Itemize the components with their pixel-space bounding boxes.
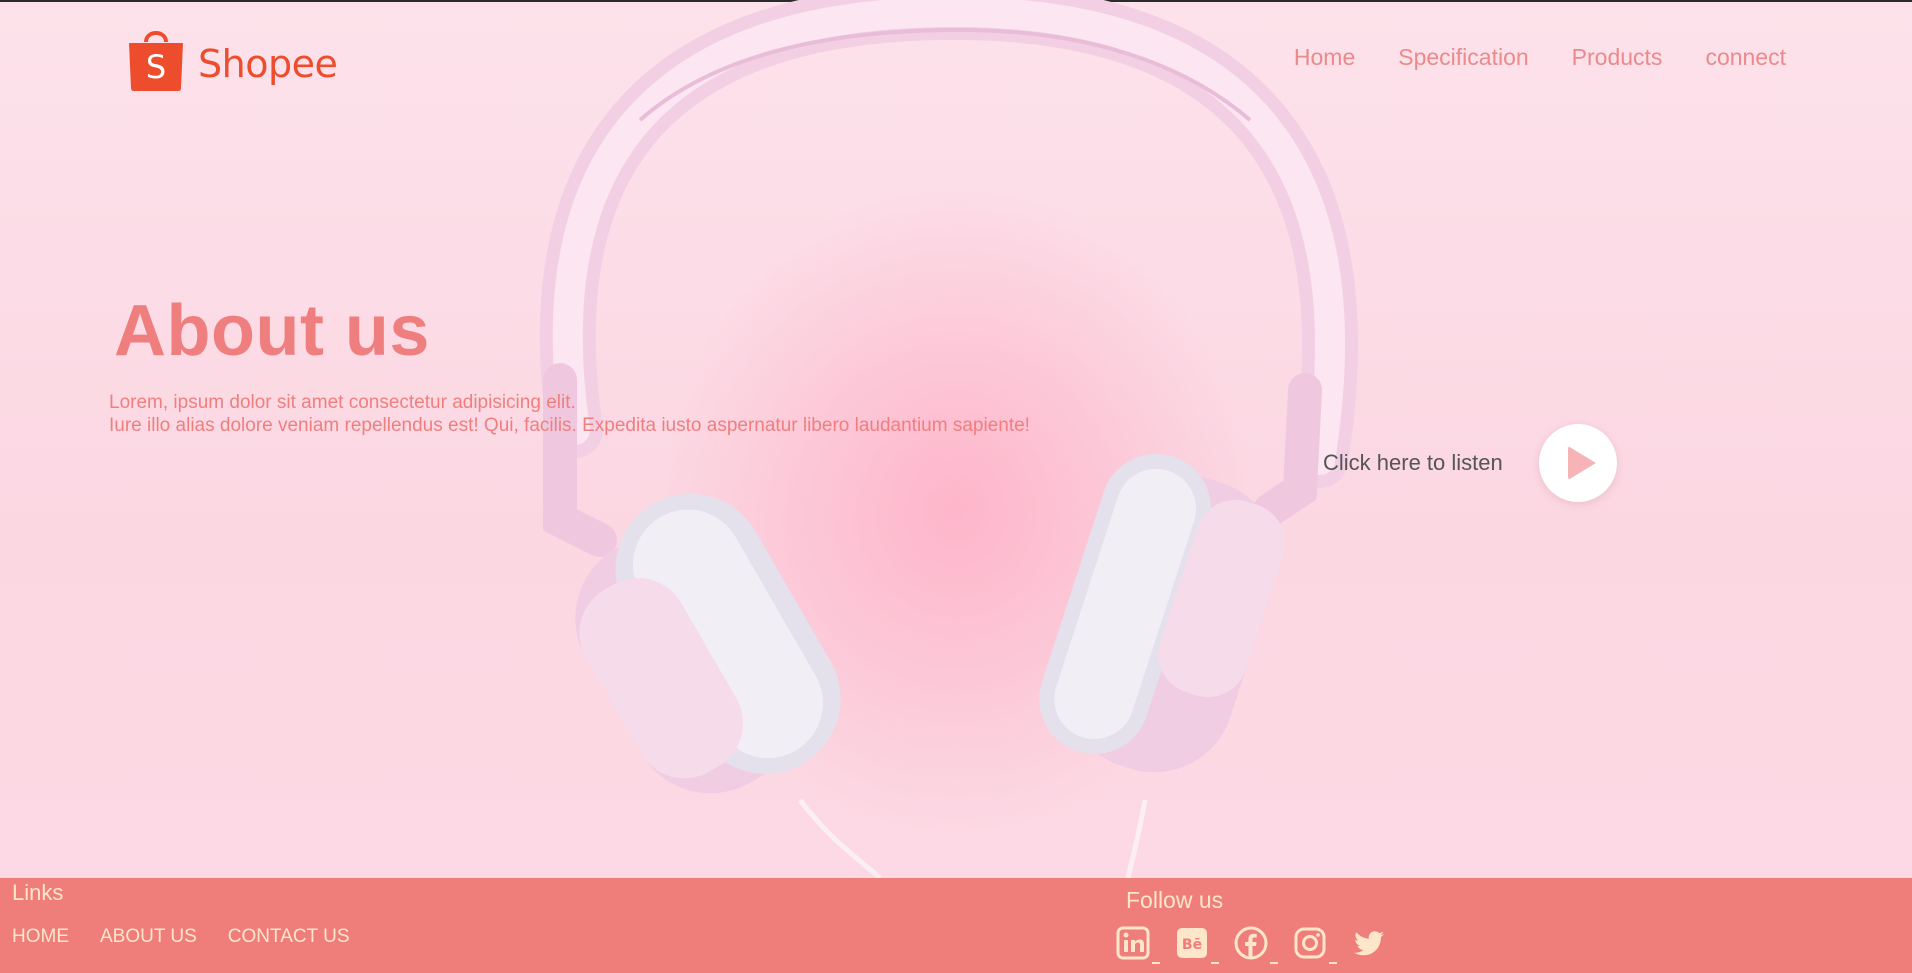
footer-links: HOME ABOUT US CONTACT US <box>12 926 381 948</box>
instagram-icon[interactable] <box>1293 926 1337 964</box>
nav-home-link[interactable]: Home <box>1294 44 1355 71</box>
about-description: Lorem, ipsum dolor sit amet consectetur … <box>109 391 1030 437</box>
twitter-icon[interactable] <box>1352 926 1386 960</box>
footer-link-about-us[interactable]: ABOUT US <box>100 926 197 948</box>
footer-links-title: Links <box>12 880 64 905</box>
shopee-bag-icon: S <box>129 31 183 91</box>
play-button[interactable] <box>1538 424 1617 502</box>
main-nav: Home Specification Products connect <box>1251 44 1786 71</box>
listen-section: Click here to listen <box>1323 424 1617 502</box>
facebook-icon[interactable] <box>1234 926 1278 964</box>
footer-link-contact-us[interactable]: CONTACT US <box>228 926 350 948</box>
nav-specification-link[interactable]: Specification <box>1398 44 1528 71</box>
page-title: About us <box>114 291 430 371</box>
headphones-image <box>539 0 1358 878</box>
nav-products-link[interactable]: Products <box>1572 44 1663 71</box>
about-text-line-2: Iure illo alias dolore veniam repellendu… <box>109 415 1030 436</box>
svg-text:Bē: Bē <box>1182 937 1202 953</box>
logo-text: Shopee <box>198 42 338 86</box>
follow-us-title: Follow us <box>1126 887 1224 913</box>
hero-section: S Shopee Home Specification Products con… <box>0 0 1912 878</box>
linkedin-icon[interactable] <box>1116 926 1160 964</box>
logo-letter: S <box>146 48 166 86</box>
play-icon <box>1567 446 1596 480</box>
nav-connect-link[interactable]: connect <box>1705 44 1786 71</box>
listen-label: Click here to listen <box>1323 450 1503 475</box>
social-links: Bē <box>1116 926 1411 964</box>
behance-icon[interactable]: Bē <box>1175 926 1219 964</box>
footer-link-home[interactable]: HOME <box>12 926 69 948</box>
footer: Links HOME ABOUT US CONTACT US Follow us… <box>0 878 1912 973</box>
about-text-line-1: Lorem, ipsum dolor sit amet consectetur … <box>109 392 576 413</box>
shopee-logo[interactable]: S Shopee <box>126 26 338 92</box>
